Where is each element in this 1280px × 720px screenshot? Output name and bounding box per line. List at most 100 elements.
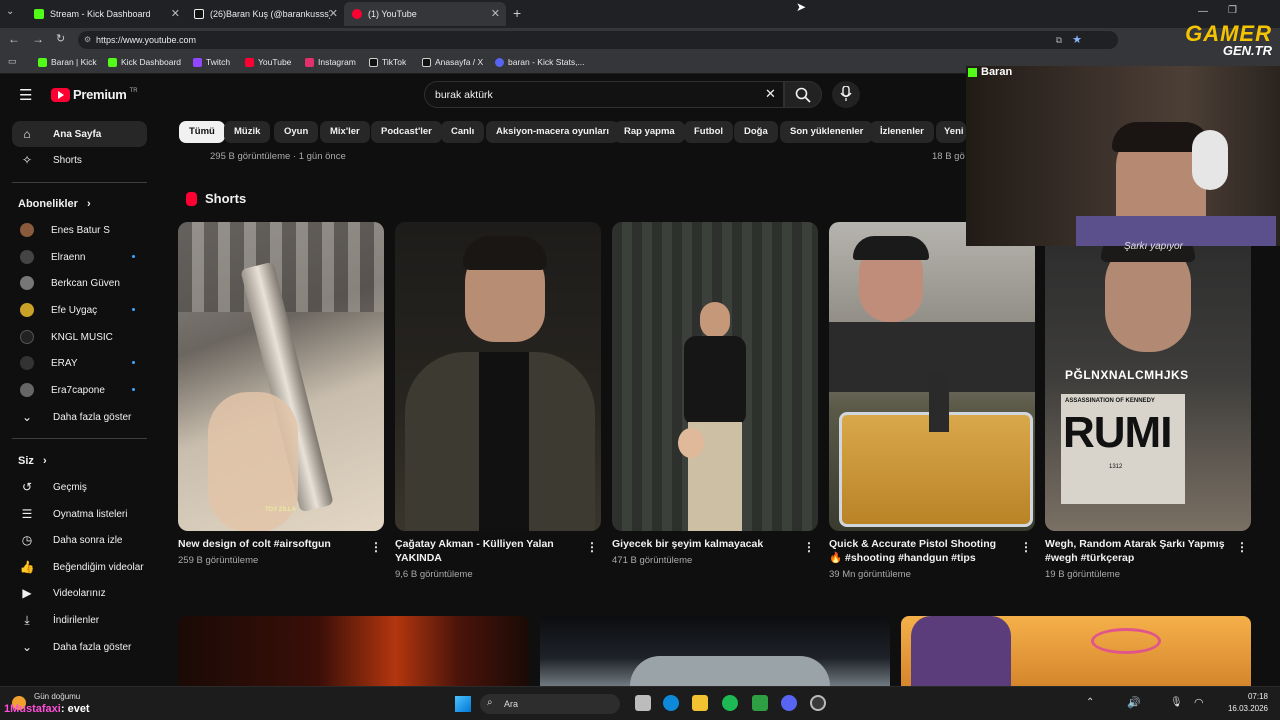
sidebar-item-playlists[interactable]: ☰ Oynatma listeleri bbox=[12, 501, 147, 527]
close-icon[interactable]: ✕ bbox=[171, 7, 180, 20]
chip-nature[interactable]: Doğa bbox=[734, 121, 778, 143]
discord-icon[interactable] bbox=[781, 695, 797, 711]
volume-icon[interactable]: 🔊 bbox=[1127, 696, 1141, 709]
sidebar-item-liked-videos[interactable]: 👍 Beğendiğim videolar bbox=[12, 554, 147, 580]
webcam-caption: Şarkı yapıyor bbox=[1124, 241, 1183, 252]
system-clock[interactable]: 07:18 16.03.2026 bbox=[1220, 692, 1268, 713]
short-thumbnail[interactable]: TOY ZILLA bbox=[178, 222, 384, 531]
sidebar-toggle-icon[interactable]: ▭ bbox=[8, 56, 17, 67]
tab-list-icon[interactable]: ⌄ bbox=[6, 6, 14, 17]
screen-share-icon[interactable]: ⧉ bbox=[1056, 31, 1062, 49]
sidebar-item-subscription[interactable]: Berkcan Güven bbox=[12, 270, 147, 296]
chip-action-adventure[interactable]: Aksiyon-macera oyunları bbox=[486, 121, 619, 143]
search-button[interactable] bbox=[784, 81, 822, 108]
search-box[interactable]: burak aktürk ✕ bbox=[424, 81, 784, 108]
video-thumbnail[interactable] bbox=[901, 616, 1251, 686]
short-title[interactable]: Giyecek bir şeyim kalmayacak bbox=[612, 537, 792, 551]
chip-gaming[interactable]: Oyun bbox=[274, 121, 319, 143]
sidebar-show-more-you[interactable]: ⌄ Daha fazla göster bbox=[12, 634, 147, 660]
bookmark-twitch[interactable]: Twitch bbox=[193, 57, 230, 67]
chip-watched[interactable]: İzlenenler bbox=[870, 121, 934, 143]
short-thumbnail[interactable]: PĞLNXNALCMHJKS ASSASSINATION OF KENNEDY … bbox=[1045, 222, 1251, 531]
voice-search-button[interactable] bbox=[832, 81, 860, 108]
bookmark-x[interactable]: Anasayfa / X bbox=[422, 57, 483, 67]
more-options-icon[interactable]: ⋮ bbox=[586, 540, 598, 554]
edge-icon[interactable] bbox=[663, 695, 679, 711]
chip-live[interactable]: Canlı bbox=[441, 121, 485, 143]
more-options-icon[interactable]: ⋮ bbox=[1236, 540, 1248, 554]
more-options-icon[interactable]: ⋮ bbox=[803, 540, 815, 554]
maximize-icon[interactable]: ❐ bbox=[1228, 5, 1237, 16]
tab-youtube[interactable]: (1) YouTube ✕ bbox=[344, 2, 506, 26]
tab-kick-dashboard[interactable]: Stream - Kick Dashboard ✕ bbox=[26, 2, 186, 26]
reload-icon[interactable]: ↻ bbox=[56, 32, 65, 45]
show-hidden-icons[interactable]: ⌃ bbox=[1086, 697, 1094, 708]
close-icon[interactable]: ✕ bbox=[491, 7, 500, 20]
short-thumbnail[interactable] bbox=[829, 222, 1035, 531]
sidebar-item-subscription[interactable]: Era7capone bbox=[12, 377, 147, 403]
taskbar-search[interactable]: ⌕ Ara bbox=[480, 694, 620, 714]
sidebar-item-subscription[interactable]: Enes Batur S bbox=[12, 217, 147, 243]
playlist-icon: ☰ bbox=[21, 507, 33, 521]
video-thumbnail[interactable] bbox=[540, 616, 890, 686]
chip-recently-uploaded[interactable]: Son yüklenenler bbox=[780, 121, 874, 143]
bookmark-star-icon[interactable]: ★ bbox=[1072, 31, 1082, 49]
forward-icon[interactable]: → bbox=[32, 32, 44, 46]
sidebar-show-more-subscriptions[interactable]: ⌄ Daha fazla göster bbox=[12, 404, 147, 430]
short-title[interactable]: Quick & Accurate Pistol Shooting 🔥 #shoo… bbox=[829, 537, 1009, 565]
close-icon[interactable]: ✕ bbox=[329, 7, 338, 20]
minimize-icon[interactable]: — bbox=[1198, 6, 1208, 17]
bookmark-instagram[interactable]: Instagram bbox=[305, 57, 356, 67]
sidebar-item-subscription[interactable]: Efe Uygaç bbox=[12, 297, 147, 323]
search-input[interactable]: burak aktürk bbox=[435, 89, 493, 101]
back-icon[interactable]: ← bbox=[8, 32, 20, 46]
app-icon[interactable] bbox=[752, 695, 768, 711]
subscriptions-header[interactable]: Abonelikler › bbox=[18, 198, 91, 210]
chip-mixes[interactable]: Mix'ler bbox=[320, 121, 370, 143]
youtube-premium-logo[interactable]: Premium TR bbox=[51, 87, 138, 102]
clear-search-icon[interactable]: ✕ bbox=[765, 86, 776, 102]
sidebar-item-subscription[interactable]: ERAY bbox=[12, 350, 147, 376]
bookmark-tiktok[interactable]: TikTok bbox=[369, 57, 406, 67]
chip-football[interactable]: Futbol bbox=[684, 121, 734, 143]
sidebar-item-downloads[interactable]: ⤓ İndirilenler bbox=[12, 607, 147, 633]
tab-tiktok[interactable]: (26)Baran Kuş (@barankusss) | Tik ✕ bbox=[186, 2, 344, 26]
history-icon: ↺ bbox=[21, 480, 33, 494]
chip-all[interactable]: Tümü bbox=[179, 121, 225, 143]
sidebar-item-subscription[interactable]: KNGL MUSIC bbox=[12, 324, 147, 350]
wifi-icon[interactable]: ◠ bbox=[1194, 696, 1204, 709]
file-explorer-icon[interactable] bbox=[692, 695, 708, 711]
more-options-icon[interactable]: ⋮ bbox=[1020, 540, 1032, 554]
short-thumbnail[interactable] bbox=[395, 222, 601, 531]
chip-music[interactable]: Müzik bbox=[224, 121, 271, 143]
short-thumbnail[interactable] bbox=[612, 222, 818, 531]
more-options-icon[interactable]: ⋮ bbox=[370, 540, 382, 554]
short-title[interactable]: Çağatay Akman - Külliyen Yalan YAKINDA bbox=[395, 537, 575, 565]
chip-new[interactable]: Yeni bbox=[936, 121, 966, 143]
task-view-icon[interactable] bbox=[635, 695, 651, 711]
menu-icon[interactable]: ☰ bbox=[19, 86, 32, 104]
sidebar-item-your-videos[interactable]: ▶ Videolarınız bbox=[12, 580, 147, 606]
address-bar[interactable]: ⚙ https://www.youtube.com ★ ⧉ bbox=[78, 31, 1118, 49]
sidebar-item-home[interactable]: ⌂ Ana Sayfa bbox=[12, 121, 147, 147]
short-title[interactable]: Wegh, Random Atarak Şarkı Yapmış #wegh #… bbox=[1045, 537, 1225, 565]
spotify-icon[interactable] bbox=[722, 695, 738, 711]
you-header[interactable]: Siz › bbox=[18, 455, 47, 467]
sidebar-item-subscription[interactable]: Elraenn bbox=[12, 244, 147, 270]
sidebar-item-shorts[interactable]: ✧ Shorts bbox=[12, 147, 147, 173]
windows-start-icon[interactable] bbox=[455, 696, 471, 712]
short-title[interactable]: New design of colt #airsoftgun bbox=[178, 537, 358, 551]
sidebar-item-watch-later[interactable]: ◷ Daha sonra izle bbox=[12, 527, 147, 553]
bookmark-kick-stats[interactable]: baran - Kick Stats,... bbox=[495, 57, 585, 67]
obs-icon[interactable] bbox=[810, 695, 826, 711]
bookmark-kick-dashboard[interactable]: Kick Dashboard bbox=[108, 57, 181, 67]
bookmark-youtube[interactable]: YouTube bbox=[245, 57, 291, 67]
microphone-icon[interactable]: 🎙 bbox=[1170, 697, 1183, 708]
new-tab-button[interactable]: + bbox=[513, 5, 521, 21]
chip-podcasts[interactable]: Podcast'ler bbox=[371, 121, 442, 143]
video-thumbnail[interactable] bbox=[178, 616, 529, 686]
chip-rap[interactable]: Rap yapma bbox=[614, 121, 685, 143]
bookmark-baran-kick[interactable]: Baran | Kick bbox=[38, 57, 97, 67]
sidebar-item-history[interactable]: ↺ Geçmiş bbox=[12, 474, 147, 500]
site-info-icon[interactable]: ⚙ bbox=[84, 31, 91, 49]
